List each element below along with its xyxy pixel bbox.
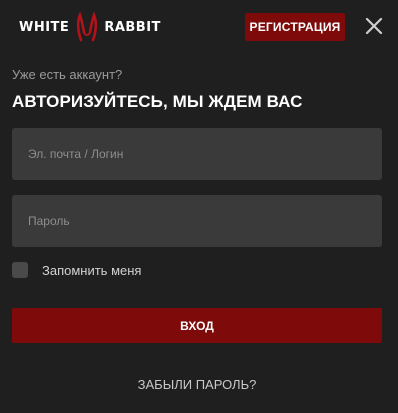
modal-header: WHITE RABBIT РЕГИСТРАЦИЯ xyxy=(0,0,398,54)
remember-me-label: Запомнить меня xyxy=(42,262,142,278)
forgot-password-link[interactable]: ЗАБЫЛИ ПАРОЛЬ? xyxy=(0,377,394,392)
login-button[interactable]: ВХОД xyxy=(12,308,382,343)
remember-me-checkbox[interactable] xyxy=(12,262,28,278)
login-modal: WHITE RABBIT РЕГИСТРАЦИЯ Уже есть аккаун… xyxy=(0,0,398,413)
logo-text-rabbit: RABBIT xyxy=(104,19,161,35)
login-input[interactable] xyxy=(12,128,382,180)
login-subtitle: Уже есть аккаунт? xyxy=(12,67,123,82)
close-icon[interactable] xyxy=(364,16,384,36)
password-input[interactable] xyxy=(12,195,382,247)
register-button[interactable]: РЕГИСТРАЦИЯ xyxy=(245,13,345,41)
remember-me-toggle[interactable]: Запомнить меня xyxy=(12,261,141,279)
login-title: АВТОРИЗУЙТЕСЬ, МЫ ЖДЕМ ВАС xyxy=(12,92,303,111)
logo: WHITE RABBIT xyxy=(19,12,161,42)
rabbit-logo-icon xyxy=(72,12,102,42)
logo-text-white: WHITE xyxy=(19,19,70,35)
